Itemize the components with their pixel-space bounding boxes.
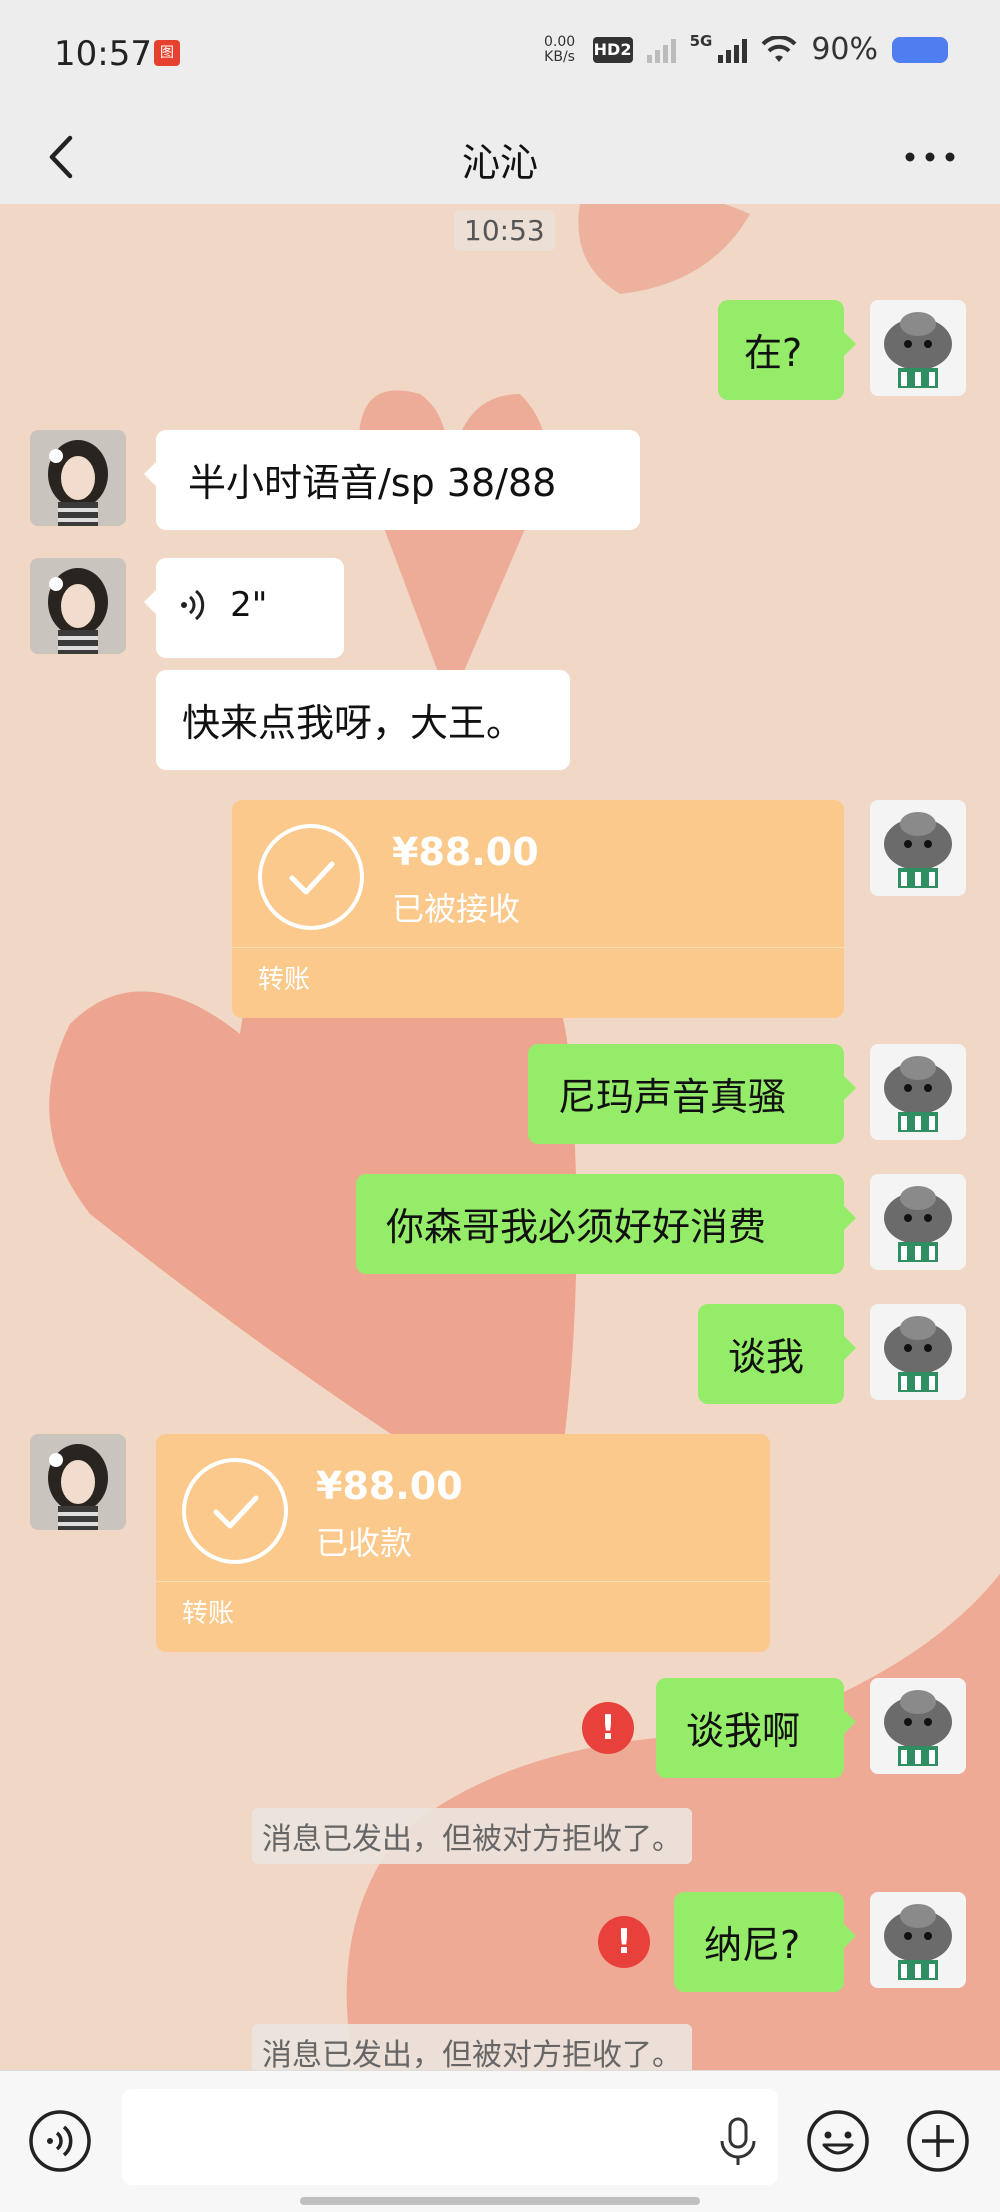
chat-area[interactable]: 10:53 在? 半小时语音/sp 38/88 2" 快来点我呀，大王。 ¥88… [0,204,1000,2070]
voice-duration: 2" [230,584,268,625]
rejected-notice: 消息已发出，但被对方拒收了。 [252,2024,692,2070]
contact-avatar[interactable] [30,1434,126,1530]
my-avatar[interactable] [870,1678,966,1774]
check-icon [182,1458,288,1564]
contact-avatar[interactable] [30,558,126,654]
incoming-message[interactable]: 半小时语音/sp 38/88 [144,430,640,530]
status-bar: 10:57 图 0.00 KB/s HD2 5G 90% [0,0,1000,110]
transfer-divider [232,947,844,948]
more-icon[interactable] [900,130,960,184]
transfer-label: 转账 [258,965,311,995]
home-indicator[interactable] [300,2197,700,2205]
my-avatar[interactable] [870,1892,966,1988]
error-icon[interactable]: ! [582,1702,634,1754]
net-speed-unit: KB/s [544,48,575,65]
emoji-icon[interactable] [806,2109,870,2173]
wifi-icon [761,35,797,62]
message-timestamp: 10:53 [454,210,555,251]
rejected-notice: 消息已发出，但被对方拒收了。 [252,1808,692,1864]
contact-avatar[interactable] [30,430,126,526]
voice-input-icon[interactable] [28,2109,92,2173]
message-input[interactable] [122,2089,778,2185]
transfer-amount: ¥88.00 [316,1464,463,1508]
my-avatar[interactable] [870,1044,966,1140]
hd-icon: HD2 [592,36,633,63]
background-heart-decoration [358,390,547,704]
my-avatar[interactable] [870,300,966,396]
signal-icon-1 [646,37,676,63]
voice-message[interactable]: 2" [144,558,344,658]
transfer-status: 已被接收 [392,890,521,928]
network-type: 5G [689,32,713,50]
input-bar [0,2070,1000,2212]
chat-header: 沁沁 [0,110,1000,204]
transfer-label: 转账 [182,1599,235,1629]
outgoing-message[interactable]: 尼玛声音真骚 [528,1044,856,1144]
signal-icon-2 [718,37,748,63]
plus-icon[interactable] [906,2109,970,2173]
incoming-message[interactable]: 快来点我呀，大王。 [156,670,570,770]
chat-title: 沁沁 [461,141,538,185]
my-avatar[interactable] [870,1174,966,1270]
voice-icon [181,589,205,620]
status-time: 10:57 [54,34,152,74]
battery-icon [892,36,948,63]
error-icon[interactable]: ! [598,1916,650,1968]
battery-text: 90% [811,32,878,67]
microphone-icon[interactable] [706,2109,770,2173]
check-icon [258,824,364,930]
app-notification-icon: 图 [154,40,180,66]
outgoing-message[interactable]: 你森哥我必须好好消费 [356,1174,856,1274]
my-avatar[interactable] [870,1304,966,1400]
outgoing-message[interactable]: 谈我 [698,1304,856,1404]
background-heart-decoration [578,204,750,294]
net-speed: 0.00 KB/s [541,33,579,65]
transfer-divider [156,1581,770,1582]
net-speed-value: 0.00 [543,33,576,50]
outgoing-message[interactable]: 在? [718,300,856,400]
transfer-status: 已收款 [316,1524,413,1562]
transfer-card[interactable]: ¥88.00 已收款 转账 [156,1434,770,1652]
my-avatar[interactable] [870,800,966,896]
transfer-amount: ¥88.00 [392,830,539,874]
outgoing-message[interactable]: 纳尼? [674,1892,856,1992]
transfer-card[interactable]: ¥88.00 已被接收 转账 [232,800,844,1018]
outgoing-message[interactable]: 谈我啊 [656,1678,856,1778]
